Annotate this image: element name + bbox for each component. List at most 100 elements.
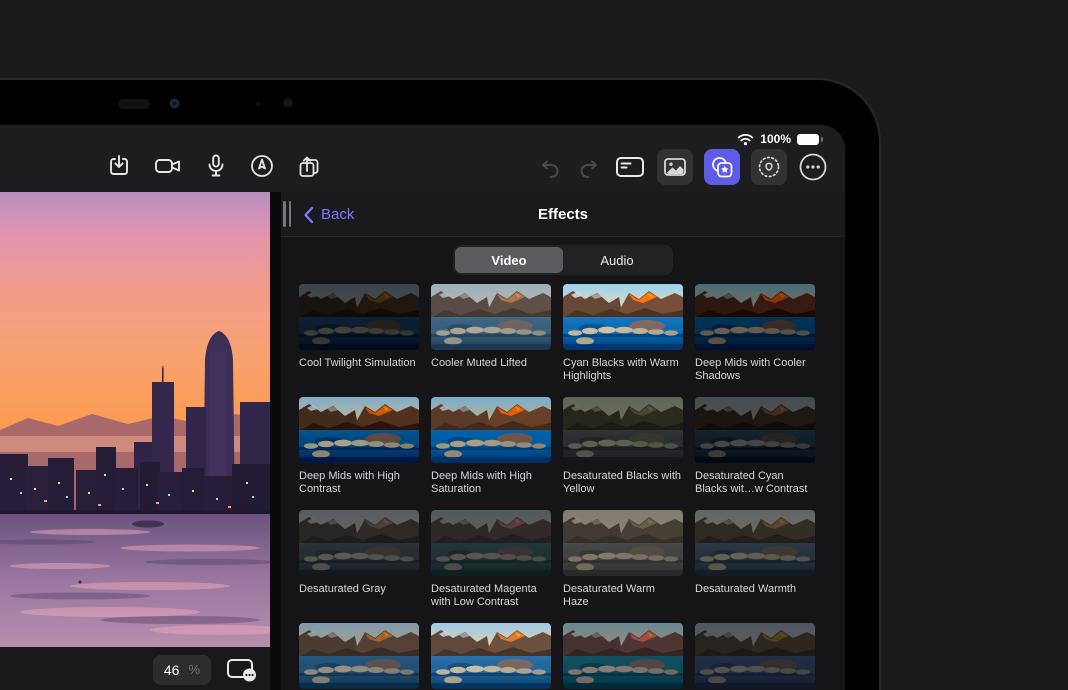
zoom-value: 46: [164, 662, 180, 678]
viewer-canvas[interactable]: [0, 192, 270, 647]
bezel-dot: [256, 102, 260, 106]
viewer-options-icon: [226, 657, 257, 682]
undo-button[interactable]: [536, 153, 564, 181]
effect-card[interactable]: Cool Twilight Simulation: [299, 284, 419, 397]
effect-label: Desaturated Blacks with Yellow: [563, 470, 683, 496]
more-ellipsis-icon: [798, 152, 828, 182]
battery-percent: 100%: [760, 132, 791, 146]
effect-thumbnail: [563, 284, 683, 350]
video-camera-icon: [153, 154, 183, 178]
effect-card[interactable]: [431, 623, 551, 690]
page-background: 100%: [0, 0, 1068, 690]
undo-icon: [536, 153, 564, 181]
effect-card[interactable]: Desaturated Blacks with Yellow: [563, 397, 683, 510]
effect-thumbnail: [431, 510, 551, 576]
microphone-icon: [204, 153, 228, 179]
effect-label: Cooler Muted Lifted: [431, 357, 551, 370]
back-label: Back: [321, 206, 354, 223]
effect-card[interactable]: [299, 623, 419, 690]
effect-label: Desaturated Warmth: [695, 583, 815, 596]
status-bar: 100%: [737, 132, 819, 146]
effect-card[interactable]: Desaturated Warmth: [695, 510, 815, 623]
zoom-level-control[interactable]: 46 %: [153, 655, 211, 685]
effect-thumbnail: [563, 397, 683, 463]
effect-card[interactable]: Deep Mids with High Contrast: [299, 397, 419, 510]
titles-icon: [614, 154, 646, 180]
import-button[interactable]: [106, 153, 132, 179]
tab-audio[interactable]: Audio: [563, 247, 671, 273]
effect-card[interactable]: Desaturated Gray: [299, 510, 419, 623]
share-button[interactable]: [296, 152, 324, 180]
sunset-city-preview: [0, 192, 270, 647]
toolbar-left-group: [106, 152, 324, 180]
video-audio-segmented-control: Video Audio: [453, 245, 673, 275]
effects-button[interactable]: [704, 149, 740, 185]
bezel-sensor: [118, 99, 150, 109]
app-screen: 100%: [0, 125, 845, 690]
effect-label: Desaturated Gray: [299, 583, 419, 596]
effect-label: Deep Mids with Cooler Shadows: [695, 357, 815, 383]
bezel-sensor-2: [283, 98, 293, 108]
effect-thumbnail: [695, 397, 815, 463]
viewer-bottom-bar: 46 %: [0, 647, 270, 690]
media-photo-icon: [664, 158, 686, 176]
effect-label: Deep Mids with High Saturation: [431, 470, 551, 496]
microphone-button[interactable]: [204, 153, 228, 179]
effect-label: Deep Mids with High Contrast: [299, 470, 419, 496]
panel-body: Video Audio Cool Twilight Simulatio: [281, 237, 845, 690]
effect-thumbnail: [695, 510, 815, 576]
effect-card[interactable]: Cyan Blacks with Warm Highlights: [563, 284, 683, 397]
effect-card[interactable]: [563, 623, 683, 690]
effect-thumbnail: [431, 284, 551, 350]
effect-label: Desaturated Warm Haze: [563, 583, 683, 609]
more-button[interactable]: [798, 152, 828, 182]
jog-wheel-icon: [756, 154, 782, 180]
effect-label: Cyan Blacks with Warm Highlights: [563, 357, 683, 383]
effect-card[interactable]: [695, 623, 815, 690]
chevron-left-icon: [303, 206, 314, 224]
effects-star-icon: [710, 155, 734, 179]
effect-thumbnail: [299, 510, 419, 576]
panel-title: Effects: [281, 192, 845, 237]
effect-card[interactable]: Cooler Muted Lifted: [431, 284, 551, 397]
panel-header: Back Effects: [281, 192, 845, 237]
effect-thumbnail: [431, 623, 551, 689]
effect-card[interactable]: Desaturated Cyan Blacks wit…w Contrast: [695, 397, 815, 510]
effect-thumbnail: [431, 397, 551, 463]
draw-button[interactable]: [249, 153, 275, 179]
toolbar: 100%: [0, 125, 845, 192]
jog-wheel-button[interactable]: [751, 149, 787, 185]
redo-icon: [575, 153, 603, 181]
panel-drag-handle[interactable]: [283, 201, 291, 227]
viewer-options-button[interactable]: [226, 657, 257, 682]
front-camera: [170, 99, 179, 108]
media-button[interactable]: [657, 149, 693, 185]
effect-label: Desaturated Magenta with Low Contrast: [431, 583, 551, 609]
content-area: 46 %: [0, 192, 845, 690]
effect-thumbnail: [299, 623, 419, 689]
ipad-device: 100%: [0, 78, 881, 690]
effects-grid: Cool Twilight Simulation Cooler Muted Li…: [299, 284, 845, 690]
effect-card[interactable]: Deep Mids with High Saturation: [431, 397, 551, 510]
back-button[interactable]: Back: [303, 192, 354, 237]
battery-icon: [797, 134, 819, 145]
effect-thumbnail: [299, 284, 419, 350]
effect-label: Cool Twilight Simulation: [299, 357, 419, 370]
import-icon: [106, 153, 132, 179]
redo-button[interactable]: [575, 153, 603, 181]
record-button[interactable]: [153, 154, 183, 178]
effect-thumbnail: [695, 623, 815, 689]
wifi-icon: [737, 133, 754, 146]
effect-card[interactable]: Desaturated Warm Haze: [563, 510, 683, 623]
effect-thumbnail: [563, 510, 683, 576]
pencil-draw-icon: [249, 153, 275, 179]
effect-thumbnail: [299, 397, 419, 463]
effects-panel: Back Effects Video Audio: [281, 192, 845, 690]
titles-button[interactable]: [614, 154, 646, 180]
effect-card[interactable]: Desaturated Magenta with Low Contrast: [431, 510, 551, 623]
effect-thumbnail: [563, 623, 683, 689]
tab-video[interactable]: Video: [455, 247, 563, 273]
effect-label: Desaturated Cyan Blacks wit…w Contrast: [695, 470, 815, 496]
effect-thumbnail: [695, 284, 815, 350]
effect-card[interactable]: Deep Mids with Cooler Shadows: [695, 284, 815, 397]
